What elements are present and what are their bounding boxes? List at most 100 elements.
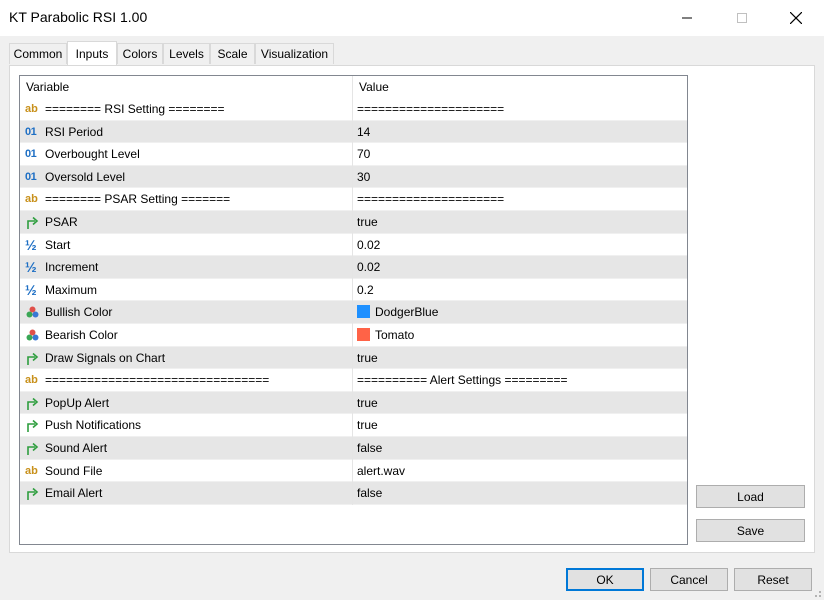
double-icon: ½ xyxy=(25,259,37,276)
value-text: ===================== xyxy=(357,102,505,116)
table-row[interactable]: ab ======== RSI Setting ======== =========… xyxy=(20,98,687,121)
table-row[interactable]: PopUp Alert true xyxy=(20,391,687,415)
variable-label: Draw Signals on Chart xyxy=(45,350,166,365)
close-button[interactable] xyxy=(773,0,819,36)
string-icon: ab xyxy=(25,464,38,477)
ok-button[interactable]: OK xyxy=(566,568,644,591)
variable-cell: Email Alert xyxy=(20,482,353,505)
value-cell[interactable]: ===================== xyxy=(353,188,687,211)
load-button[interactable]: Load xyxy=(696,485,805,508)
close-icon xyxy=(790,12,802,24)
table-row[interactable]: 01 Oversold Level 30 xyxy=(20,165,687,189)
table-row[interactable]: ½ Start 0.02 xyxy=(20,233,687,257)
table-row[interactable]: ab ======== PSAR Setting ======= =========… xyxy=(20,188,687,211)
boolean-icon xyxy=(25,215,40,230)
minimize-icon xyxy=(682,17,692,19)
boolean-icon xyxy=(25,351,40,366)
variable-label: PSAR xyxy=(45,215,78,229)
table-row[interactable]: ab Sound File alert.wav xyxy=(20,459,687,483)
table-row[interactable]: Push Notifications true xyxy=(20,414,687,437)
variable-label: Overbought Level xyxy=(45,147,140,162)
variable-cell: ab ================================ xyxy=(20,369,353,392)
value-cell[interactable]: false xyxy=(353,437,687,460)
resize-grip-icon[interactable] xyxy=(812,588,822,598)
string-icon: ab xyxy=(25,193,38,206)
variable-cell: Push Notifications xyxy=(20,414,353,437)
value-cell[interactable]: true xyxy=(353,211,687,234)
boolean-icon xyxy=(25,396,40,411)
color-icon xyxy=(25,305,40,320)
variable-cell: PopUp Alert xyxy=(20,391,353,415)
variable-label: Increment xyxy=(45,260,99,275)
tab-scale[interactable]: Scale xyxy=(210,43,255,64)
variable-cell: Bullish Color xyxy=(20,301,353,324)
variable-cell: 01 RSI Period xyxy=(20,120,353,144)
value-cell[interactable]: ===================== xyxy=(353,98,687,121)
column-header-variable[interactable]: Variable xyxy=(20,76,353,98)
double-icon: ½ xyxy=(25,236,37,253)
value-text: 14 xyxy=(357,124,371,139)
string-icon: ab xyxy=(25,374,38,387)
value-cell[interactable]: true xyxy=(353,347,687,370)
value-text: alert.wav xyxy=(357,463,406,478)
tab-levels[interactable]: Levels xyxy=(163,43,210,64)
table-row[interactable]: Bullish Color DodgerBlue xyxy=(20,301,687,324)
value-cell[interactable]: 0.02 xyxy=(353,234,687,257)
value-cell[interactable]: Tomato xyxy=(353,324,687,347)
value-cell[interactable]: false xyxy=(353,482,687,505)
tab-inputs[interactable]: Inputs xyxy=(67,41,117,65)
table-row[interactable]: Sound Alert false xyxy=(20,437,687,460)
table-row[interactable]: Bearish Color Tomato xyxy=(20,324,687,347)
table-row[interactable]: 01 Overbought Level 70 xyxy=(20,143,687,166)
table-row[interactable]: Email Alert false xyxy=(20,482,687,505)
variable-cell: ½ Increment xyxy=(20,256,353,279)
value-text: 0.02 xyxy=(357,237,381,252)
cancel-button[interactable]: Cancel xyxy=(650,568,728,591)
value-text: ========== Alert Settings ========= xyxy=(357,373,568,388)
variable-cell: Draw Signals on Chart xyxy=(20,346,353,370)
tab-colors[interactable]: Colors xyxy=(117,43,163,64)
value-text: 0.02 xyxy=(357,260,381,275)
boolean-icon xyxy=(25,441,40,456)
tab-common[interactable]: Common xyxy=(9,43,67,64)
table-row[interactable]: 01 RSI Period 14 xyxy=(20,120,687,144)
value-cell[interactable]: true xyxy=(353,392,687,415)
value-cell[interactable]: DodgerBlue xyxy=(353,301,687,324)
integer-icon: 01 xyxy=(25,125,37,138)
color-icon xyxy=(25,328,40,343)
value-text: true xyxy=(357,350,378,365)
value-cell[interactable]: 0.02 xyxy=(353,256,687,279)
variable-label: Maximum xyxy=(45,282,98,297)
save-button[interactable]: Save xyxy=(696,519,805,542)
value-cell[interactable]: 30 xyxy=(353,166,687,189)
table-row[interactable]: ½ Maximum 0.2 xyxy=(20,278,687,302)
value-text: ===================== xyxy=(357,192,505,207)
variable-cell: Bearish Color xyxy=(20,324,353,347)
variable-label: Bullish Color xyxy=(45,305,113,320)
value-cell[interactable]: alert.wav xyxy=(353,460,687,483)
integer-icon: 01 xyxy=(25,148,37,161)
table-row[interactable]: Draw Signals on Chart true xyxy=(20,346,687,370)
value-cell[interactable]: 0.2 xyxy=(353,279,687,302)
variable-cell: 01 Oversold Level xyxy=(20,165,353,189)
variable-label: RSI Period xyxy=(45,124,104,139)
value-cell[interactable]: 14 xyxy=(353,121,687,144)
inputs-grid: Variable Value ab ======== RSI Setting ==… xyxy=(19,75,688,545)
table-row[interactable]: ½ Increment 0.02 xyxy=(20,256,687,279)
variable-cell: 01 Overbought Level xyxy=(20,143,353,166)
column-header-value[interactable]: Value xyxy=(353,76,687,98)
table-row[interactable]: ab ================================ ======… xyxy=(20,369,687,392)
maximize-button xyxy=(719,0,765,36)
value-cell[interactable]: 70 xyxy=(353,143,687,166)
variable-label: ================================ xyxy=(45,373,270,388)
value-cell[interactable]: true xyxy=(353,414,687,437)
reset-button[interactable]: Reset xyxy=(734,568,812,591)
minimize-button[interactable] xyxy=(664,0,710,36)
value-cell[interactable]: ========== Alert Settings ========= xyxy=(353,369,687,392)
value-text: 0.2 xyxy=(357,282,374,297)
variable-cell: ab ======== PSAR Setting ======= xyxy=(20,188,353,211)
tab-visualization[interactable]: Visualization xyxy=(255,43,334,64)
variable-label: Oversold Level xyxy=(45,169,126,184)
variable-label: PopUp Alert xyxy=(45,395,110,410)
table-row[interactable]: PSAR true xyxy=(20,211,687,234)
